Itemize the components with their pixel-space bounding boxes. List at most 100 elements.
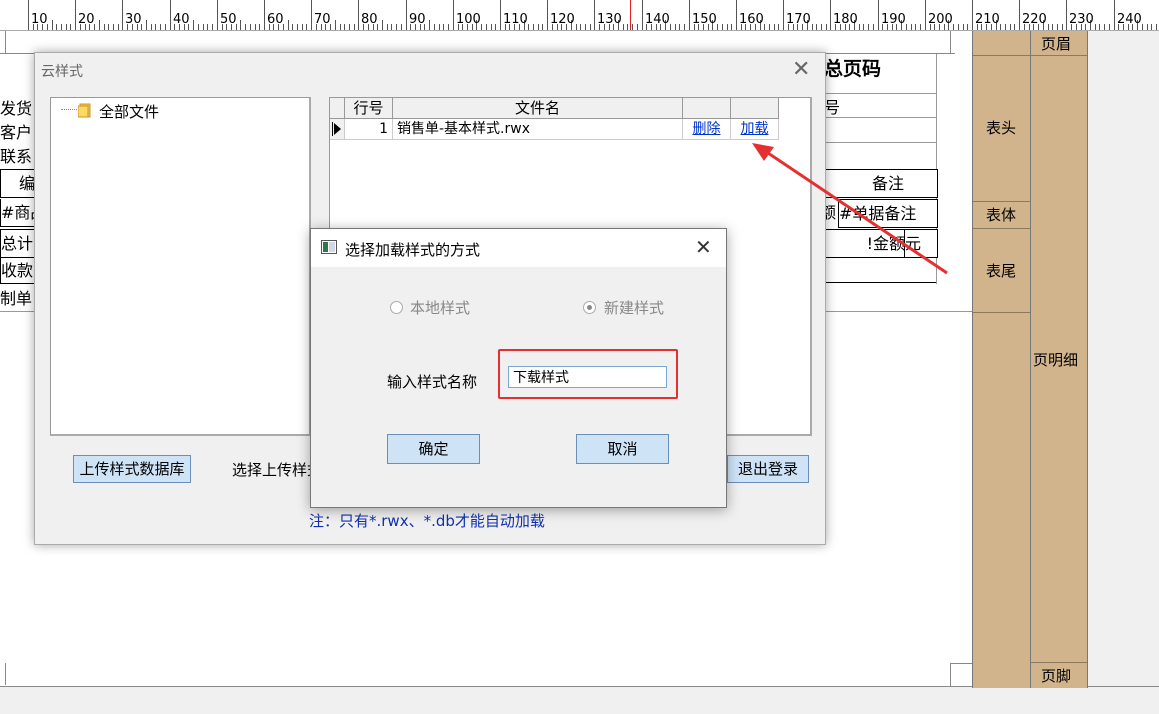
field-total[interactable]: 总计 bbox=[0, 229, 36, 258]
ruler-tick bbox=[122, 0, 123, 30]
radio-new-style-label[interactable]: 新建样式 bbox=[604, 297, 664, 318]
band-body[interactable]: 表体 bbox=[986, 204, 1016, 225]
cancel-button[interactable]: 取消 bbox=[576, 434, 669, 464]
ruler-tick bbox=[1005, 24, 1006, 30]
upload-style-db-button[interactable]: 上传样式数据库 bbox=[73, 455, 191, 483]
ruler-number: 70 bbox=[314, 12, 331, 27]
ruler-tick bbox=[1019, 0, 1020, 30]
close-icon[interactable]: ✕ bbox=[792, 57, 810, 82]
report-header-number[interactable]: 号 bbox=[824, 93, 936, 118]
ruler-number: 40 bbox=[173, 12, 190, 27]
ruler-tick bbox=[958, 24, 959, 30]
field-receipt[interactable]: 收款 bbox=[0, 257, 36, 284]
band-page-header[interactable]: 页眉 bbox=[1041, 33, 1071, 54]
report-line bbox=[824, 117, 936, 118]
file-tree[interactable]: 全部文件 bbox=[50, 97, 311, 436]
ruler-tick bbox=[344, 24, 345, 30]
ruler-tick bbox=[873, 24, 874, 30]
ruler-tick bbox=[1010, 24, 1011, 30]
grid-header-row-no[interactable]: 行号 bbox=[345, 98, 393, 119]
ruler-tick bbox=[448, 24, 449, 30]
ruler-tick bbox=[28, 0, 29, 30]
ruler-tick bbox=[486, 24, 487, 30]
band-page-detail[interactable]: 页明细 bbox=[1033, 349, 1078, 370]
field-code[interactable]: 编 bbox=[0, 169, 36, 198]
band-footer[interactable]: 表尾 bbox=[986, 260, 1016, 281]
ruler-number: 210 bbox=[975, 12, 1000, 27]
ruler-tick bbox=[118, 24, 119, 30]
ruler-number: 200 bbox=[928, 12, 953, 27]
ruler-number: 170 bbox=[786, 12, 811, 27]
report-title[interactable]: 总页码 bbox=[824, 54, 936, 91]
ruler-tick bbox=[632, 24, 633, 30]
ruler-tick bbox=[207, 24, 208, 30]
band-divider bbox=[1031, 662, 1087, 663]
close-icon[interactable]: ✕ bbox=[695, 235, 712, 259]
ruler-tick bbox=[778, 24, 779, 30]
field-product[interactable]: #商品 bbox=[0, 199, 36, 227]
ruler-tick bbox=[1014, 24, 1015, 30]
grid-header-delete[interactable] bbox=[683, 98, 731, 119]
grid-cell-row-no[interactable]: 1 bbox=[345, 119, 393, 140]
ruler-tick bbox=[443, 24, 444, 30]
ruler-number: 130 bbox=[597, 12, 622, 27]
ruler-number: 220 bbox=[1022, 12, 1047, 27]
field-shipper[interactable]: 发货 bbox=[0, 95, 36, 117]
logout-button[interactable]: 退出登录 bbox=[727, 455, 809, 483]
ruler-tick bbox=[774, 24, 775, 30]
delete-link[interactable]: 删除 bbox=[683, 119, 731, 140]
ruler-tick bbox=[972, 0, 973, 30]
ruler-tick bbox=[953, 24, 954, 30]
ruler-tick bbox=[637, 24, 638, 30]
band-divider bbox=[973, 55, 1031, 56]
ruler-tick bbox=[491, 24, 492, 30]
band-divider bbox=[973, 312, 1031, 313]
ruler-tick bbox=[816, 24, 817, 30]
canvas-corner bbox=[0, 31, 6, 53]
field-customer[interactable]: 客户 bbox=[0, 119, 36, 141]
ruler-tick bbox=[354, 24, 355, 30]
canvas-corner-bottom-right bbox=[950, 663, 973, 686]
ruler-tick bbox=[642, 0, 643, 30]
ok-button[interactable]: 确定 bbox=[387, 434, 480, 464]
ruler-tick bbox=[1151, 24, 1152, 30]
ruler-tick bbox=[170, 0, 171, 30]
grid-cell-file-name[interactable]: 销售单-基本样式.rwx bbox=[393, 119, 683, 140]
ruler-tick bbox=[146, 20, 147, 30]
ruler-number: 190 bbox=[881, 12, 906, 27]
ruler-number: 150 bbox=[692, 12, 717, 27]
ruler-tick bbox=[585, 24, 586, 30]
ruler-tick bbox=[297, 24, 298, 30]
ruler-tick bbox=[547, 0, 548, 30]
radio-selected-dot bbox=[587, 305, 592, 310]
radio-new-style[interactable] bbox=[583, 301, 596, 314]
grid-header-load[interactable] bbox=[731, 98, 779, 119]
ruler-tick bbox=[108, 24, 109, 30]
ruler-tick bbox=[627, 24, 628, 30]
band-page-footer[interactable]: 页脚 bbox=[1041, 665, 1071, 686]
ruler-number: 10 bbox=[31, 12, 48, 27]
ruler-tick bbox=[429, 20, 430, 30]
ruler-tick bbox=[255, 24, 256, 30]
ruler-tick bbox=[580, 24, 581, 30]
ruler-tick bbox=[340, 24, 341, 30]
radio-local-style[interactable] bbox=[390, 301, 403, 314]
ruler-tick bbox=[821, 24, 822, 30]
grid-header-file-name[interactable]: 文件名 bbox=[393, 98, 683, 119]
ruler-tick bbox=[623, 24, 624, 30]
ruler-tick bbox=[920, 24, 921, 30]
ruler-tick bbox=[967, 24, 968, 30]
ruler-tick bbox=[533, 24, 534, 30]
ruler-tick bbox=[387, 24, 388, 30]
tree-item-all-files[interactable]: 全部文件 bbox=[99, 101, 159, 122]
ruler-tick bbox=[679, 24, 680, 30]
ruler-tick bbox=[878, 0, 879, 30]
field-maker[interactable]: 制单 bbox=[0, 285, 36, 309]
radio-local-style-label[interactable]: 本地样式 bbox=[410, 297, 470, 318]
annotation-highlight-box bbox=[498, 349, 678, 399]
band-header[interactable]: 表头 bbox=[986, 117, 1016, 138]
canvas-corner-right bbox=[950, 31, 951, 53]
band-divider bbox=[973, 228, 1031, 229]
canvas-bottom-area bbox=[0, 686, 1159, 714]
field-contact[interactable]: 联系 bbox=[0, 143, 36, 165]
